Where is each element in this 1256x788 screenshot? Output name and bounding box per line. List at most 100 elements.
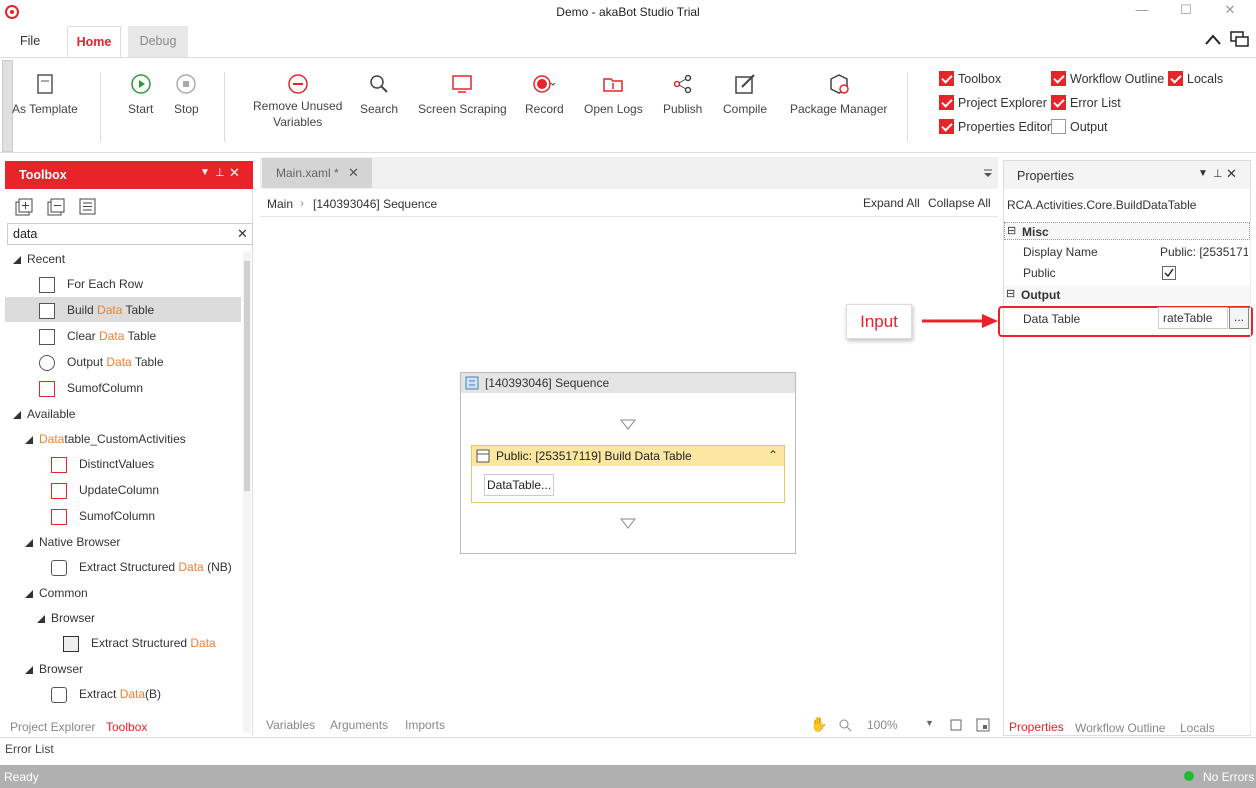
maximize-button[interactable]: ☐ [1166,2,1206,22]
toolbox-toggle[interactable]: Toolbox [939,71,1001,87]
record-button[interactable]: Record [525,72,564,116]
tab-home[interactable]: Home [67,26,121,58]
properties-menu-icon[interactable]: ▼ [1198,168,1208,179]
clear-search-icon[interactable]: ✕ [237,226,248,242]
error-list-tab[interactable]: Error List [5,742,54,756]
tab-file[interactable]: File [8,26,52,58]
data-table-input[interactable]: rateTable [1158,307,1228,329]
properties-editor-toggle[interactable]: Properties Editor [939,119,1051,135]
collapse-category-icon[interactable]: ⊟ [1007,224,1016,237]
tree-group-browser[interactable]: Browser [37,606,95,630]
tab-project-explorer[interactable]: Project Explorer [10,720,95,734]
expanded-arrow-icon[interactable] [37,614,45,623]
toolbox-search-input[interactable]: data ✕ [7,223,253,245]
fit-screen-icon[interactable] [949,718,963,732]
list-item[interactable]: Extract Structured Data [63,631,216,655]
list-item[interactable]: For Each Row [39,272,143,296]
breadcrumb-main[interactable]: Main [267,197,293,211]
collapse-ribbon-icon[interactable] [1204,33,1222,47]
tab-variables[interactable]: Variables [266,718,315,732]
public-checkbox[interactable] [1162,266,1176,280]
close-icon[interactable]: ✕ [229,165,240,181]
tab-locals[interactable]: Locals [1180,721,1215,735]
list-item[interactable]: Extract Data(B) [51,682,161,706]
designer-canvas[interactable]: [140393046] Sequence Public: [253517119]… [260,217,996,712]
as-template-button[interactable]: As Template [12,72,78,116]
package-manager-button[interactable]: Package Manager [790,72,887,116]
tab-properties[interactable]: Properties [1009,720,1064,734]
expanded-arrow-icon[interactable] [25,665,33,674]
error-list-toggle[interactable]: Error List [1051,95,1121,111]
list-item[interactable]: SumofColumn [51,504,155,528]
toolbox-menu-icon[interactable]: ▼ [200,167,210,178]
toolbox-checkbox[interactable] [939,71,954,87]
close-tab-icon[interactable]: ✕ [348,165,359,180]
list-item[interactable]: UpdateColumn [51,478,159,502]
display-name-input[interactable]: Public: [2535171 [1160,242,1248,263]
feedback-icon[interactable] [1230,31,1250,49]
list-item[interactable]: Clear Data Table [39,324,156,348]
tree-group-native-browser[interactable]: Native Browser [25,530,120,554]
workflow-outline-checkbox[interactable] [1051,71,1066,87]
category-misc[interactable]: ⊟ Misc [1004,222,1250,240]
list-item[interactable]: Output Data Table [39,350,164,374]
tree-group-browser-2[interactable]: Browser [25,657,83,681]
list-item[interactable]: SumofColumn [39,376,143,400]
collapse-all-link[interactable]: Collapse All [928,196,991,210]
zoom-level[interactable]: 100% [867,718,898,732]
expanded-arrow-icon[interactable] [13,410,21,419]
remove-unused-variables-button[interactable]: Remove Unused Variables [253,72,342,130]
expanded-arrow-icon[interactable] [25,589,33,598]
toolbox-scrollbar[interactable] [243,251,251,733]
close-window-button[interactable]: ✕ [1210,2,1250,22]
tab-workflow-outline[interactable]: Workflow Outline [1075,721,1165,735]
locals-toggle[interactable]: Locals [1168,71,1223,87]
minimize-button[interactable]: — [1122,2,1162,22]
locals-checkbox[interactable] [1168,71,1183,87]
search-button[interactable]: Search [360,72,398,116]
publish-button[interactable]: Publish [663,72,702,116]
sequence-container[interactable]: [140393046] Sequence Public: [253517119]… [460,372,796,554]
category-output[interactable]: ⊟ Output [1004,286,1250,304]
collapse-activity-icon[interactable]: ⌃ [768,448,778,462]
collapse-all-icon[interactable] [47,198,65,216]
project-explorer-checkbox[interactable] [939,95,954,111]
expanded-arrow-icon[interactable] [13,255,21,264]
collapse-category-icon[interactable]: ⊟ [1006,287,1015,300]
datatable-button[interactable]: DataTable... [484,474,555,496]
expand-all-link[interactable]: Expand All [863,196,920,210]
open-logs-button[interactable]: Open Logs [584,72,643,116]
list-item[interactable]: Extract Structured Data (NB) [51,555,232,579]
tab-arguments[interactable]: Arguments [330,718,388,732]
pin-icon[interactable]: ⊥ [215,166,225,179]
output-toggle[interactable]: Output [1051,119,1108,135]
overview-icon[interactable] [976,718,990,732]
output-checkbox[interactable] [1051,119,1066,135]
tab-debug[interactable]: Debug [128,26,188,58]
tab-imports[interactable]: Imports [405,718,445,732]
scrollbar[interactable] [1250,221,1251,731]
pan-hand-icon[interactable]: ✋ [810,716,827,733]
tree-group-common[interactable]: Common [25,581,88,605]
error-list-checkbox[interactable] [1051,95,1066,111]
tree-group-datatable-custom[interactable]: Datatable_CustomActivities [25,427,186,451]
properties-editor-checkbox[interactable] [939,119,954,135]
zoom-dropdown-icon[interactable]: ▼ [925,718,934,728]
activity-build-data-table[interactable]: Public: [253517119] Build Data Table ⌃ D… [471,445,785,503]
list-item[interactable]: Build Data Table [39,298,154,322]
tab-toolbox[interactable]: Toolbox [106,720,147,734]
screen-scraping-button[interactable]: Screen Scraping [418,72,507,116]
stop-button[interactable]: Stop [174,72,199,116]
project-explorer-toggle[interactable]: Project Explorer [939,95,1047,111]
expanded-arrow-icon[interactable] [25,538,33,547]
expand-all-icon[interactable] [15,198,33,216]
expanded-arrow-icon[interactable] [25,435,33,444]
tab-main-xaml[interactable]: Main.xaml * ✕ [262,158,372,188]
list-view-icon[interactable] [79,198,97,216]
list-item[interactable]: DistinctValues [51,452,154,476]
close-icon[interactable]: ✕ [1226,166,1237,182]
zoom-icon[interactable] [838,718,852,732]
compile-button[interactable]: Compile [723,72,767,116]
tree-group-recent[interactable]: Recent [13,247,65,271]
ellipsis-button[interactable]: ... [1229,307,1249,329]
